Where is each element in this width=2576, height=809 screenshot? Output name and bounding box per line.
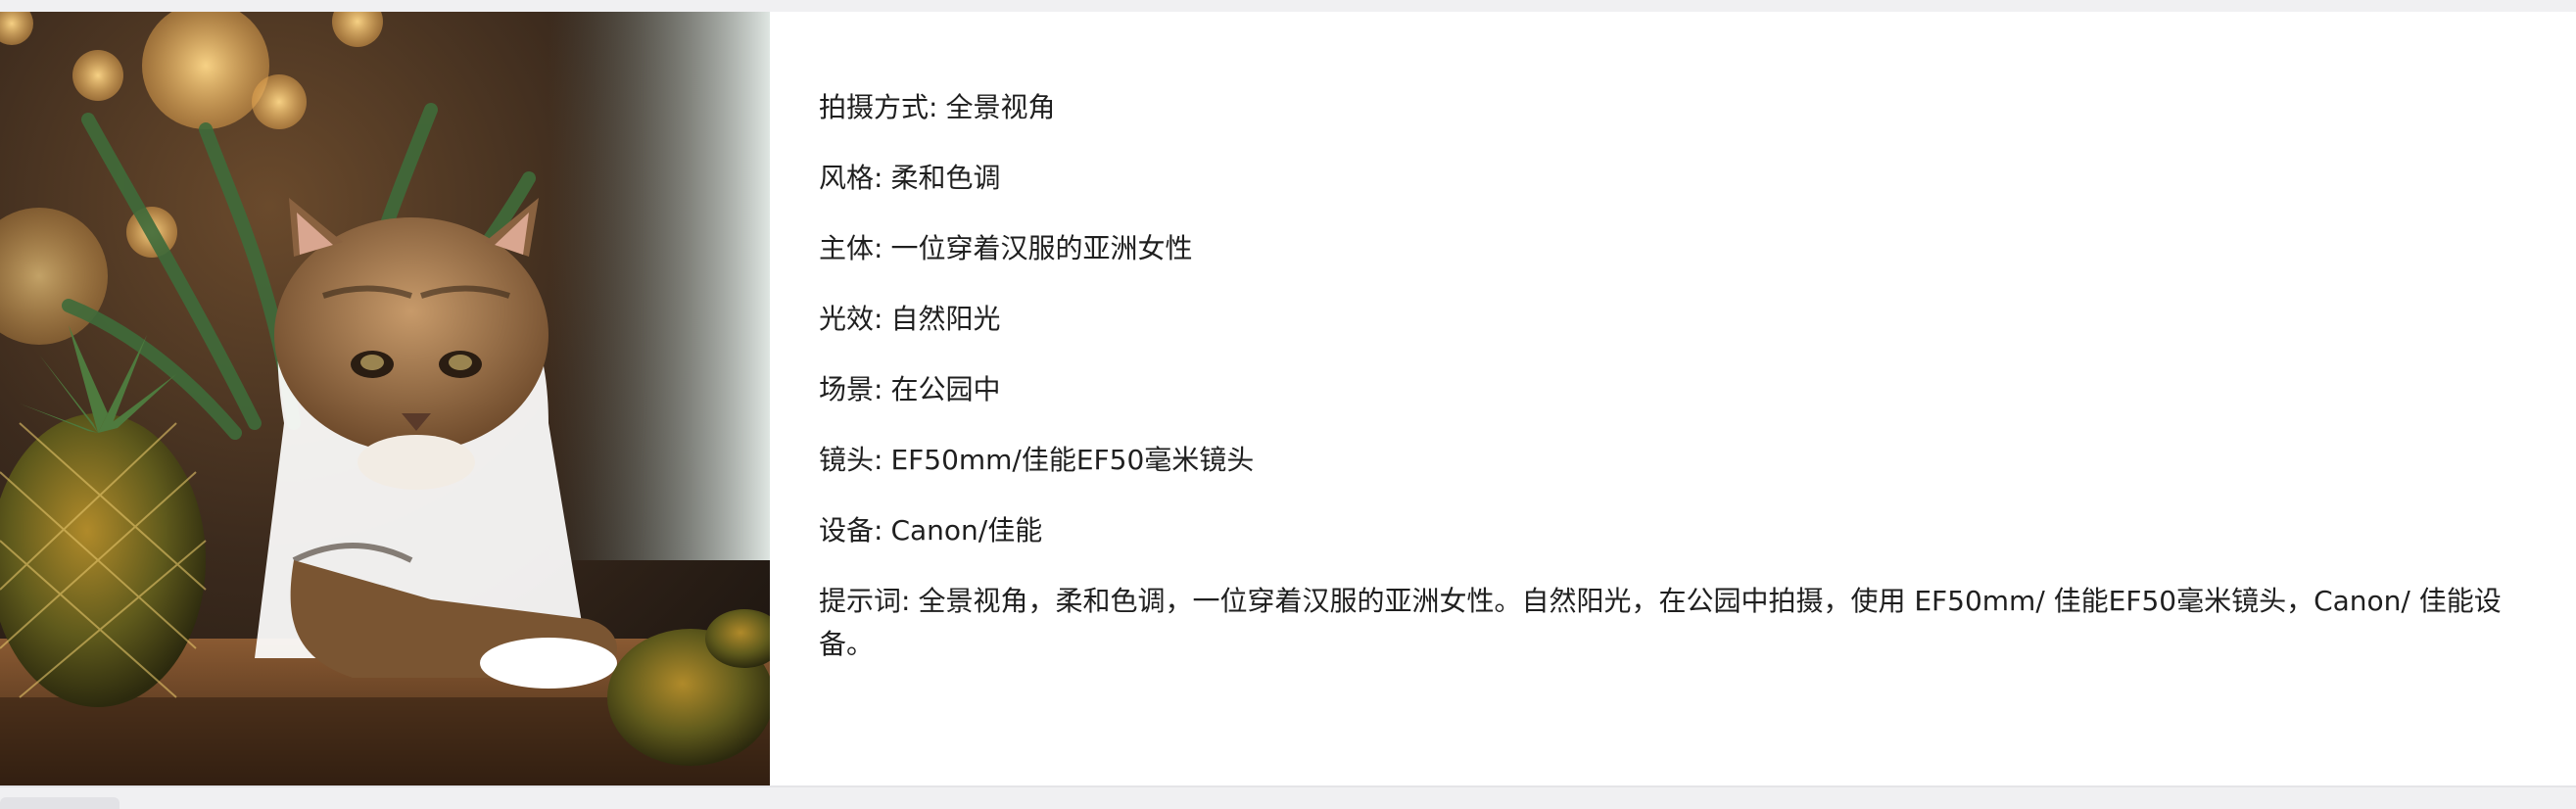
detail-lighting: 光效: 自然阳光: [819, 298, 2523, 341]
detail-value: 柔和色调: [890, 162, 1001, 194]
bottom-tab-handle[interactable]: [0, 797, 119, 809]
detail-label: 场景: [819, 373, 875, 405]
detail-prompt: 提示词: 全景视角，柔和色调，一位穿着汉服的亚洲女性。自然阳光，在公园中拍摄，使用…: [819, 580, 2523, 666]
detail-shooting-mode: 拍摄方式: 全景视角: [819, 86, 2523, 129]
label-separator: :: [874, 232, 883, 264]
label-separator: :: [929, 91, 938, 123]
detail-label: 主体: [819, 232, 875, 264]
detail-lens: 镜头: EF50mm/佳能EF50毫米镜头: [819, 439, 2523, 482]
detail-label: 拍摄方式: [819, 91, 930, 123]
label-separator: :: [874, 303, 883, 335]
detail-label: 光效: [819, 303, 875, 335]
detail-value: 在公园中: [890, 373, 1001, 405]
result-card: 拍摄方式: 全景视角 风格: 柔和色调 主体: 一位穿着汉服的亚洲女性 光效: 自然阳光…: [0, 12, 2576, 787]
label-separator: :: [874, 373, 883, 405]
detail-value: 自然阳光: [890, 303, 1001, 335]
detail-subject: 主体: 一位穿着汉服的亚洲女性: [819, 227, 2523, 270]
image-details: 拍摄方式: 全景视角 风格: 柔和色调 主体: 一位穿着汉服的亚洲女性 光效: 自然阳光…: [819, 86, 2523, 666]
label-separator: :: [874, 444, 883, 476]
label-separator: :: [874, 514, 883, 547]
detail-scene: 场景: 在公园中: [819, 368, 2523, 411]
detail-label: 风格: [819, 162, 875, 194]
generated-image[interactable]: [0, 12, 770, 785]
prompt-label: 提示词: [819, 585, 902, 617]
detail-value: Canon/佳能: [890, 514, 1043, 547]
detail-device: 设备: Canon/佳能: [819, 509, 2523, 552]
detail-style: 风格: 柔和色调: [819, 157, 2523, 200]
detail-value: 一位穿着汉服的亚洲女性: [890, 232, 1193, 264]
label-separator: :: [901, 585, 911, 617]
label-separator: :: [874, 162, 883, 194]
detail-value: 全景视角: [945, 91, 1056, 123]
detail-label: 镜头: [819, 444, 875, 476]
cat-photo-illustration: [0, 12, 770, 785]
detail-value: EF50mm/佳能EF50毫米镜头: [890, 444, 1255, 476]
prompt-text: 全景视角，柔和色调，一位穿着汉服的亚洲女性。自然阳光，在公园中拍摄，使用 EF5…: [819, 585, 2502, 660]
detail-label: 设备: [819, 514, 875, 547]
